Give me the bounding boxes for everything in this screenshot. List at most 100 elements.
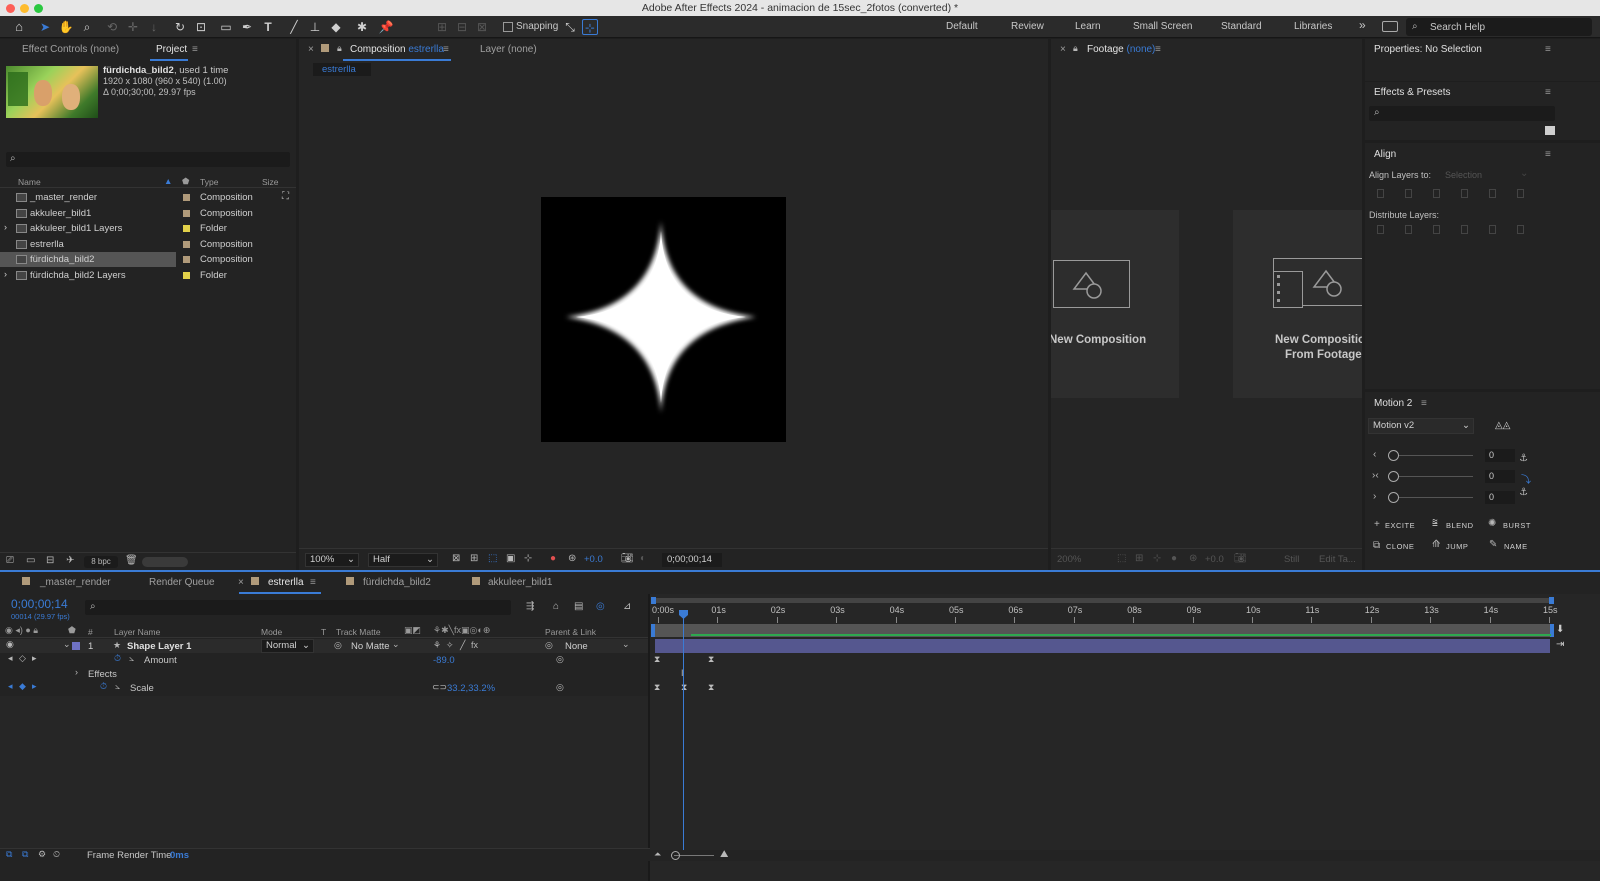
footage-still[interactable]: Still — [1284, 554, 1299, 565]
timeline-search-input[interactable]: ⌕ — [85, 600, 511, 615]
view-axis-icon[interactable]: ⊠ — [474, 19, 490, 35]
parent-pickwhip-icon[interactable]: ◎ — [545, 640, 553, 651]
maximize-window-button[interactable] — [34, 4, 43, 13]
ease-out-icon[interactable]: › — [1373, 491, 1376, 502]
comp-breadcrumb[interactable]: estrerlla — [313, 63, 371, 76]
time-graph[interactable] — [650, 594, 1600, 881]
thumbnail-size-slider[interactable] — [142, 557, 188, 567]
orbit-tool-icon[interactable]: ⟲ — [104, 19, 120, 35]
workspace-libraries[interactable]: Libraries — [1294, 21, 1332, 32]
puppet-pin-tool-icon[interactable]: 📌 — [378, 19, 394, 35]
project-panel-menu-icon[interactable]: ≡ — [192, 44, 200, 55]
prev-keyframe-icon[interactable]: ◂ — [8, 653, 13, 664]
mask-visibility-icon[interactable]: ▣ — [506, 553, 515, 564]
ease-both-icon[interactable]: ›‹ — [1372, 470, 1379, 481]
effects-presets-menu-icon[interactable]: ≡ — [1545, 87, 1553, 98]
burst-button[interactable]: BURST — [1503, 521, 1531, 530]
align-vertical-center-icon[interactable] — [1489, 189, 1496, 198]
playhead-line[interactable] — [683, 614, 684, 859]
stopwatch-icon[interactable]: ⏱ — [100, 681, 107, 692]
roto-brush-tool-icon[interactable]: ✱ — [354, 19, 370, 35]
brush-tool-icon[interactable]: ╱ — [286, 19, 302, 35]
comp-mini-flowchart-icon[interactable]: ⇶ — [526, 601, 534, 612]
chevron-right-icon[interactable]: › — [75, 667, 78, 677]
prev-keyframe-icon[interactable]: ◂ — [8, 681, 13, 692]
mountain-graph-icon[interactable]: ◬◬ — [1495, 420, 1510, 431]
type-tool-icon[interactable]: T — [260, 19, 276, 35]
expression-pickwhip-icon[interactable]: ◎ — [556, 654, 564, 665]
align-to-dropdown[interactable]: Selection — [1445, 170, 1482, 180]
label-swatch[interactable] — [183, 271, 190, 279]
layer-mode-dropdown[interactable]: Normal ⌄ — [261, 639, 314, 653]
workspace-small-screen[interactable]: Small Screen — [1133, 21, 1192, 32]
draft-3d-icon[interactable]: ⌂ — [553, 601, 559, 612]
close-tab-icon[interactable]: × — [238, 577, 244, 588]
scale-value[interactable]: 33.2,33.2% — [447, 683, 495, 694]
workspace-review[interactable]: Review — [1011, 21, 1044, 32]
graph-icon[interactable]: ⦣ — [115, 681, 120, 692]
grid-guides-icon[interactable]: ⊹ — [524, 553, 532, 564]
timeline-tab-render-queue[interactable]: Render Queue — [149, 577, 215, 588]
exposure-reset-icon[interactable]: ⊛ — [568, 553, 576, 564]
chevron-down-icon[interactable]: ⌄ — [63, 639, 71, 650]
blend-button[interactable]: BLEND — [1446, 521, 1474, 530]
layer-duration-bar[interactable] — [655, 639, 1550, 653]
keyframe-marker[interactable]: ⧗ — [681, 682, 687, 693]
snapping-checkbox[interactable] — [503, 22, 513, 32]
navigator-start-handle[interactable] — [651, 597, 656, 604]
distribute-bottom-icon[interactable] — [1433, 225, 1440, 234]
quality-icon[interactable]: ✧ — [446, 640, 454, 651]
layer-end-icon[interactable]: ⇥ — [1556, 639, 1564, 650]
next-keyframe-icon[interactable]: ▸ — [32, 681, 37, 692]
dolly-tool-icon[interactable]: ↓ — [146, 19, 162, 35]
label-swatch[interactable] — [183, 240, 190, 248]
align-left-icon[interactable] — [1377, 189, 1384, 198]
stopwatch-icon[interactable]: ⏱ — [114, 653, 121, 664]
distribute-right-icon[interactable] — [1517, 225, 1524, 234]
column-name[interactable]: Name — [18, 177, 41, 187]
timeline-tab-estrerlla[interactable]: estrerlla — [268, 577, 304, 588]
magnification-dropdown[interactable]: 100% ⌄ — [305, 553, 359, 567]
visibility-eye-icon[interactable]: ◉ — [6, 639, 14, 650]
timeline-tab-akkuleer-bild1[interactable]: akkuleer_bild1 — [488, 577, 553, 588]
snapshot-icon[interactable]: 📷︎ — [1234, 553, 1247, 564]
workspace-more-button[interactable]: » — [1359, 18, 1366, 32]
time-navigator-bar[interactable] — [651, 597, 1554, 604]
minimize-window-button[interactable] — [20, 4, 29, 13]
lock-icon[interactable]: 🔒︎ — [337, 43, 342, 54]
align-right-icon[interactable] — [1433, 189, 1440, 198]
sort-ascending-icon[interactable]: ▲ — [164, 176, 172, 186]
timeline-menu-icon[interactable]: ≡ — [310, 577, 318, 588]
interpret-footage-icon[interactable]: ⎚ — [6, 555, 14, 566]
ease-out-value[interactable]: 0 — [1485, 491, 1515, 504]
tab-effect-controls[interactable]: Effect Controls (none) — [22, 44, 119, 55]
chevron-right-icon[interactable]: › — [4, 222, 7, 232]
new-composition-icon[interactable]: ⊟ — [46, 555, 54, 566]
tab-layer[interactable]: Layer (none) — [480, 44, 537, 55]
rotate-tool-icon[interactable]: ↻ — [172, 19, 188, 35]
comp-timecode[interactable]: 0;00;00;14 — [662, 553, 722, 567]
align-bottom-icon[interactable] — [1517, 189, 1524, 198]
project-item[interactable]: › fürdichda_bild2 Layers — [0, 268, 288, 283]
effects-group-row[interactable]: › Effects — [0, 667, 650, 681]
distribute-vertical-center-icon[interactable] — [1405, 225, 1412, 234]
new-folder-icon[interactable]: ▭ — [26, 555, 35, 566]
quality-line-icon[interactable]: ╱ — [460, 640, 465, 651]
eraser-tool-icon[interactable]: ◆ — [328, 19, 344, 35]
transfer-controls-toggle-icon[interactable]: ⧉ — [22, 849, 28, 860]
collapse-transform-icon[interactable]: ⚘ — [433, 640, 441, 651]
render-queue-icon[interactable]: ✈ — [66, 555, 74, 566]
name-button[interactable]: NAME — [1504, 542, 1528, 551]
zoom-slider-knob[interactable] — [671, 851, 680, 860]
local-axis-icon[interactable]: ⊞ — [434, 19, 450, 35]
motion-menu-icon[interactable]: ≡ — [1421, 398, 1429, 409]
label-swatch[interactable] — [183, 256, 190, 263]
align-horizontal-center-icon[interactable] — [1405, 189, 1412, 198]
column-layer-name[interactable]: Layer Name — [114, 627, 160, 637]
anchor-link-icon[interactable]: ⤵ — [1521, 471, 1531, 486]
zoom-in-icon[interactable]: ⛰︎ — [720, 849, 728, 860]
anchor-tool-icon[interactable]: ⊡ — [193, 19, 209, 35]
project-item[interactable]: fürdichda_bild2 — [0, 252, 176, 267]
column-type[interactable]: Type — [200, 177, 218, 187]
render-time-toggle-icon[interactable]: ⏲ — [53, 849, 60, 860]
